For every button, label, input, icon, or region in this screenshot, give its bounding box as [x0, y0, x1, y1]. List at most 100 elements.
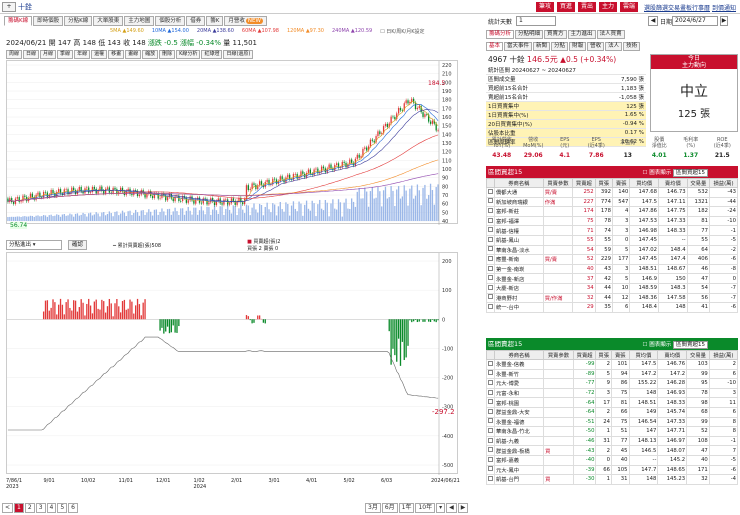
- tab-stock-analysis[interactable]: 個股分析: [155, 16, 186, 26]
- checkbox-icon[interactable]: [488, 379, 493, 385]
- column-header[interactable]: 買均價: [629, 178, 659, 188]
- column-header[interactable]: 買均價: [628, 350, 659, 360]
- rtab-institutions[interactable]: 法人買賣: [596, 30, 625, 39]
- checkbox-icon[interactable]: [488, 427, 493, 433]
- buy-button[interactable]: 買進: [557, 2, 576, 12]
- table-row[interactable]: 華南永昌-竹北 -50 1 51 147 147.71 52 8: [486, 426, 739, 437]
- tab-chip-k[interactable]: 籌K: [206, 16, 224, 26]
- table-row[interactable]: 富邦-桃園 -64 17 81 148.51 148.33 98 11: [486, 397, 739, 408]
- column-header[interactable]: 交易量: [686, 350, 710, 360]
- tool-daily[interactable]: 日線: [23, 50, 40, 59]
- rtab-branch-detail[interactable]: 分點明細: [515, 30, 544, 39]
- tool-traffic-light[interactable]: 紅綠燈: [201, 50, 223, 59]
- table-row[interactable]: 群益金鼎-板橋買 -43 2 45 146.5 148.07 47 7: [486, 445, 739, 456]
- checkbox-icon[interactable]: [488, 284, 493, 290]
- row-checkbox[interactable]: [486, 397, 495, 408]
- checkbox-icon[interactable]: [488, 294, 493, 300]
- table-row[interactable]: 新加坡商瑞銀 作滿 227 774 547 147.5 147.11 1321 -44: [486, 196, 738, 208]
- tool-yearly[interactable]: 年線: [74, 50, 91, 59]
- checkbox-icon[interactable]: [488, 265, 493, 271]
- table-row[interactable]: 凱基-台門買 -30 1 31 148 145.23 32 -4: [486, 474, 739, 485]
- page-3[interactable]: 3: [35, 503, 46, 513]
- rsub-financials[interactable]: 財報: [569, 42, 587, 51]
- tool-draw[interactable]: 畫線: [125, 50, 142, 59]
- column-header[interactable]: 買張: [595, 350, 612, 360]
- row-checkbox[interactable]: [486, 445, 495, 456]
- rsub-news[interactable]: 新聞: [533, 42, 551, 51]
- tab-securities-lending[interactable]: 借券: [186, 16, 206, 26]
- ma-settings-toggle[interactable]: ☐ 日K/周K/月K設定: [380, 28, 424, 36]
- table-row[interactable]: 富邦-嘉義 -40 0 40 -- 145.2 40 -5: [486, 454, 739, 466]
- column-header[interactable]: 買賣參數: [542, 178, 574, 188]
- page-5[interactable]: 5: [57, 503, 68, 513]
- row-checkbox[interactable]: [486, 474, 495, 485]
- tab-branch-kline[interactable]: 分點K線: [64, 16, 93, 26]
- table-row[interactable]: 富邦-新莊 174 178 4 147.86 147.75 182 -24: [486, 206, 738, 217]
- price-chart[interactable]: 220 210 200 190 180 170 160 150 140 130 120 110 100 9…: [6, 60, 458, 225]
- row-checkbox[interactable]: [486, 234, 495, 246]
- table-row[interactable]: 大慶-新店 34 44 10 148.59 148.3 54 -7: [486, 282, 738, 294]
- checkbox-icon[interactable]: [488, 236, 493, 242]
- tool-kline-analysis[interactable]: K線分析: [176, 50, 201, 59]
- column-header[interactable]: 券商名稱: [493, 350, 545, 360]
- rtab-main-force[interactable]: 主力進出: [567, 30, 596, 39]
- rsub-basic[interactable]: 基本: [486, 42, 504, 51]
- checkbox-icon[interactable]: [488, 370, 493, 376]
- cloud-button[interactable]: 雲端: [620, 2, 639, 12]
- row-checkbox[interactable]: [486, 244, 495, 256]
- checkbox-icon[interactable]: [488, 475, 493, 481]
- rtab-buy-sell[interactable]: 買賣方: [544, 30, 567, 39]
- row-checkbox[interactable]: [486, 368, 495, 380]
- rsub-revenue[interactable]: 營收: [587, 42, 605, 51]
- checkbox-icon[interactable]: [488, 188, 493, 194]
- table-row[interactable]: 凱基-信權 71 74 3 146.98 148.33 77 -1: [486, 225, 738, 236]
- stock-selector[interactable]: +: [2, 2, 16, 12]
- row-checkbox[interactable]: [486, 225, 495, 236]
- row-checkbox[interactable]: [486, 435, 495, 447]
- range-6m[interactable]: 6月: [381, 503, 398, 513]
- tool-delete[interactable]: 刪除: [159, 50, 176, 59]
- sell-ctrl-select[interactable]: 區間賣超15: [673, 341, 708, 349]
- calendar-link[interactable]: 行事曆: [692, 3, 710, 12]
- table-row[interactable]: 凱基-鳳山 55 55 0 147.45 -- 55 -5: [486, 234, 738, 246]
- column-header[interactable]: [486, 350, 495, 360]
- table-row[interactable]: 永豐金-福德 -51 24 75 146.54 147.33 99 8: [486, 416, 739, 428]
- checkbox-icon[interactable]: [488, 399, 493, 405]
- indicator-select[interactable]: 分點進出 ▾: [6, 240, 62, 250]
- rsub-technical[interactable]: 技術: [623, 42, 641, 51]
- table-row[interactable]: 永豐金-信義 -99 2 101 147.5 146.76 103 2: [486, 359, 739, 370]
- row-checkbox[interactable]: [486, 263, 495, 275]
- checkbox-icon[interactable]: [488, 198, 493, 204]
- rsub-branch[interactable]: 分點: [551, 42, 569, 51]
- stock-screener-link[interactable]: 選股篩選: [644, 3, 668, 12]
- row-checkbox[interactable]: [486, 426, 495, 437]
- row-checkbox[interactable]: [486, 273, 495, 284]
- column-header[interactable]: 賣均價: [657, 350, 688, 360]
- column-header[interactable]: 買賣參數: [543, 350, 574, 360]
- stat-days-select[interactable]: 1: [516, 16, 556, 26]
- column-header[interactable]: 交易量: [686, 178, 711, 188]
- checkbox-icon[interactable]: [488, 418, 493, 424]
- checkbox-icon[interactable]: [488, 207, 493, 213]
- table-row[interactable]: 應豐-新南 買/賣 52 229 177 147.45 147.4 406 -6: [486, 254, 738, 265]
- date-input[interactable]: 2024/6/27: [672, 16, 718, 26]
- tab-realtime[interactable]: 即時個股: [33, 16, 64, 26]
- row-checkbox[interactable]: [486, 196, 495, 208]
- row-checkbox[interactable]: [486, 464, 495, 476]
- checkbox-icon[interactable]: [488, 437, 493, 443]
- checkbox-icon[interactable]: [488, 466, 493, 472]
- table-row[interactable]: 港商野村 買/作滿 32 44 12 148.36 147.58 56 -7: [486, 292, 738, 304]
- sell-button[interactable]: 賣出: [578, 2, 597, 12]
- buy-ctrl-select[interactable]: 區間買超15: [673, 169, 708, 177]
- table-row[interactable]: 富邦-福澤 75 78 3 147.53 147.33 81 -10: [486, 215, 738, 227]
- column-header[interactable]: 賣張: [610, 350, 630, 360]
- rtab-chip-analysis[interactable]: 籌碼分析: [486, 30, 515, 39]
- page-6[interactable]: 6: [68, 503, 78, 513]
- checkbox-icon[interactable]: [488, 303, 493, 309]
- tab-major-holders[interactable]: 大單股東: [93, 16, 124, 26]
- rsub-institutional[interactable]: 法人: [605, 42, 623, 51]
- column-header[interactable]: 損益(萬): [709, 178, 738, 188]
- row-checkbox[interactable]: [486, 292, 495, 304]
- tool-move[interactable]: 移畫: [108, 50, 125, 59]
- pager-prev[interactable]: <: [2, 503, 14, 513]
